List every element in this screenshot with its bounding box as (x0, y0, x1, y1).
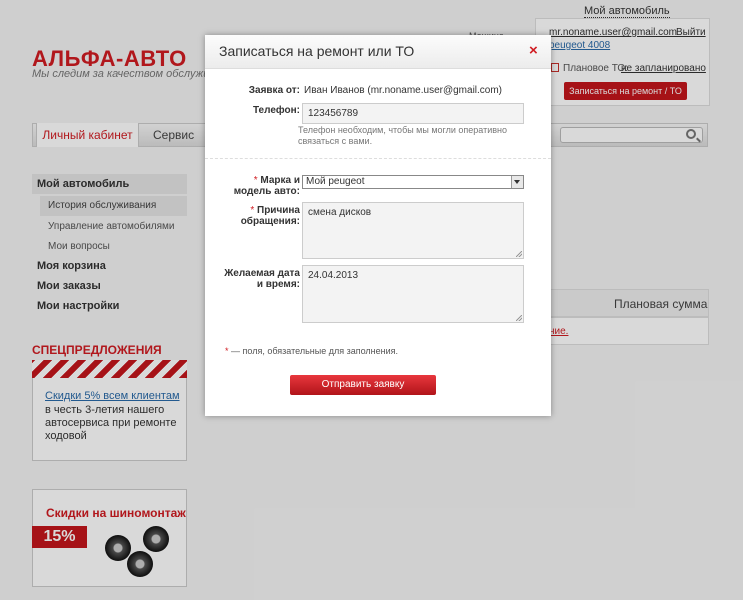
date-value: 24.04.2013 (308, 270, 359, 281)
car-select-value: Мой peugeot (306, 176, 365, 187)
chevron-down-icon[interactable] (511, 176, 523, 188)
phone-label: Телефон: (252, 105, 300, 116)
car-label: * Марка и модель авто: (233, 175, 300, 197)
phone-hint: Телефон необходим, чтобы мы могли операт… (298, 125, 508, 146)
submit-request-button[interactable]: Отправить заявку (290, 375, 436, 395)
from-value: Иван Иванов (mr.noname.user@gmail.com) (304, 85, 503, 96)
close-icon[interactable]: × (529, 42, 538, 59)
repair-booking-dialog: Записаться на ремонт или ТО × Заявка от:… (205, 35, 551, 416)
dialog-title: Записаться на ремонт или ТО (219, 43, 415, 59)
reason-value: смена дисков (308, 207, 372, 218)
car-select[interactable]: Мой peugeot (302, 175, 524, 189)
reason-label: * Причина обращения: (240, 205, 300, 227)
date-label: Желаемая дата и время: (224, 268, 300, 290)
dialog-header: Записаться на ремонт или ТО × (205, 35, 551, 69)
resize-handle-icon[interactable] (516, 251, 522, 257)
required-note: * — поля, обязательные для заполнения. (225, 346, 398, 356)
resize-handle-icon[interactable] (516, 315, 522, 321)
from-label: Заявка от: (248, 85, 300, 96)
date-textarea[interactable]: 24.04.2013 (302, 265, 524, 323)
phone-input[interactable] (302, 103, 524, 124)
divider (205, 158, 551, 159)
reason-textarea[interactable]: смена дисков (302, 202, 524, 259)
